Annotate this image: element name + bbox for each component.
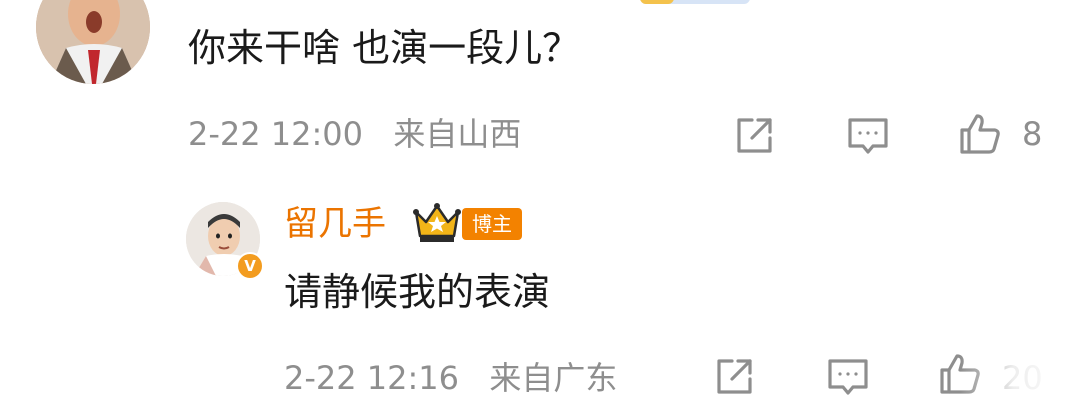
avatar[interactable] [36,0,150,84]
share-icon[interactable] [732,114,776,158]
crown-icon [640,0,674,4]
comment-text: 你来干啥 也演一段儿？ [188,26,581,70]
reply-username[interactable]: 留几手 [284,202,386,246]
comment-location: 来自山西 [393,115,522,153]
verified-icon: V [236,252,264,280]
reply-date: 2-22 12:16 [284,359,460,397]
crown-icon [412,202,462,244]
comment-date: 2-22 12:00 [188,115,364,153]
reply-meta: 2-22 12:16 来自广东 [284,356,617,400]
share-icon[interactable] [712,355,756,399]
reply-text: 请静候我的表演 [284,270,551,314]
comment-icon[interactable] [826,355,870,399]
blogger-badge: 博主 [462,208,522,240]
overlay-fade [960,345,1080,417]
comment-meta: 2-22 12:00 来自山西 [188,112,521,156]
username-cut [188,0,608,6]
reply-location: 来自广东 [489,359,618,397]
like-count: 8 [1022,115,1043,153]
comment-icon[interactable] [846,114,890,158]
like-icon[interactable] [958,112,1002,156]
